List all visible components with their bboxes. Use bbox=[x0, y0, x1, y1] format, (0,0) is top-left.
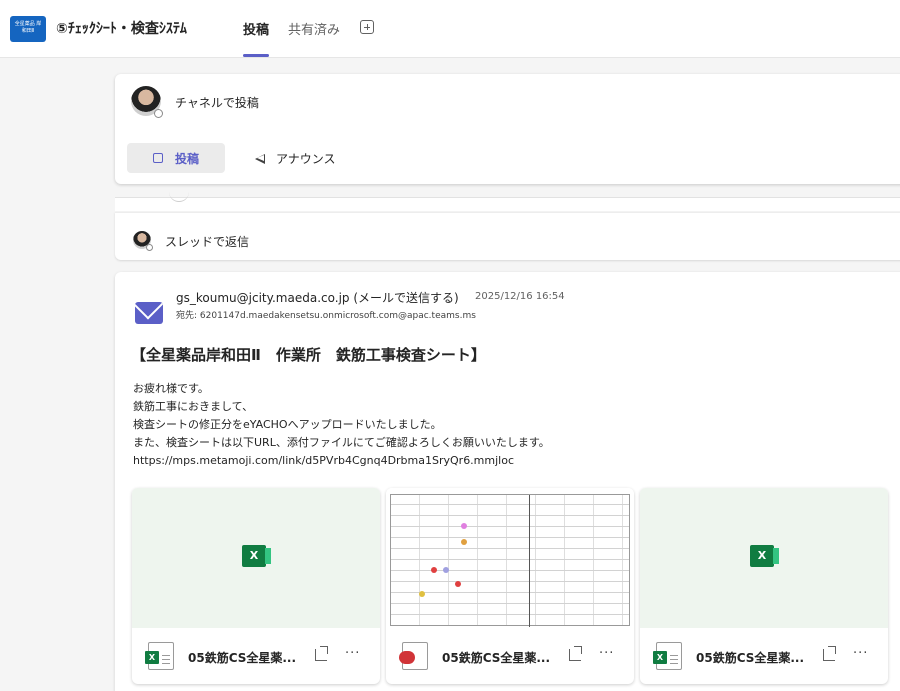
post-mode-button[interactable]: 投稿 bbox=[127, 143, 225, 173]
message-subject: 【全星薬品岸和田Ⅱ 作業所 鉄筋工事検査シート】 bbox=[131, 346, 486, 364]
excel-icon: X bbox=[750, 545, 779, 567]
channel-title[interactable]: ⑤ﾁｪｯｸｼｰﾄ・検査ｼｽﾃﾑ bbox=[56, 18, 187, 38]
attachment-card[interactable]: X X 05鉄筋CS全星薬... ··· bbox=[132, 488, 380, 684]
share-icon[interactable] bbox=[569, 646, 582, 661]
attachment-preview[interactable] bbox=[386, 488, 634, 628]
more-options-icon[interactable]: ··· bbox=[853, 646, 868, 661]
channel-header: 全星薬品 岸和田Ⅱ ⑤ﾁｪｯｸｼｰﾄ・検査ｼｽﾃﾑ 投稿 共有済み bbox=[0, 0, 900, 58]
status-icon bbox=[146, 244, 153, 251]
attachment-preview[interactable]: X bbox=[132, 488, 380, 628]
body-line: お疲れ様です。 bbox=[133, 382, 209, 395]
avatar bbox=[133, 231, 153, 251]
recipient: 宛先: 6201147d.maedakensetsu.onmicrosoft.c… bbox=[176, 311, 476, 321]
attachment-name[interactable]: 05鉄筋CS全星薬... bbox=[188, 649, 296, 666]
attachment-footer: X 05鉄筋CS全星薬... ··· bbox=[132, 628, 380, 684]
add-tab-icon[interactable] bbox=[360, 20, 374, 34]
more-options-icon[interactable]: ··· bbox=[345, 646, 360, 661]
status-icon bbox=[154, 109, 163, 118]
tab-posts[interactable]: 投稿 bbox=[243, 19, 270, 57]
excel-icon: X bbox=[653, 642, 682, 670]
post-mode-label: 投稿 bbox=[175, 151, 200, 166]
reaction-fragment bbox=[169, 190, 189, 202]
message-card: gs_koumu@jcity.maeda.co.jp (メールで送信する) 20… bbox=[115, 272, 900, 691]
reply-label: スレッドで返信 bbox=[165, 235, 250, 249]
timestamp: 2025/12/16 16:54 bbox=[475, 291, 565, 302]
body-line: 検査シートの修正分をeYACHOへアップロードいたしました。 bbox=[133, 418, 442, 431]
share-icon[interactable] bbox=[823, 646, 836, 661]
tab-shared[interactable]: 共有済み bbox=[288, 19, 340, 38]
attachment-card[interactable]: 05鉄筋CS全星薬... ··· bbox=[386, 488, 634, 684]
attachment-name[interactable]: 05鉄筋CS全星薬... bbox=[442, 649, 550, 666]
previous-post-fragment bbox=[115, 197, 900, 211]
attachment-footer: 05鉄筋CS全星薬... ··· bbox=[386, 628, 634, 684]
compose-box: チャネルで投稿 投稿 アナウンス bbox=[115, 74, 900, 184]
attachment-name[interactable]: 05鉄筋CS全星薬... bbox=[696, 649, 804, 666]
reply-in-thread[interactable]: スレッドで返信 bbox=[115, 212, 900, 260]
excel-icon: X bbox=[242, 545, 271, 567]
pdf-thumbnail bbox=[390, 494, 630, 627]
pdf-icon bbox=[399, 642, 428, 670]
compose-prompt[interactable]: チャネルで投稿 bbox=[175, 94, 259, 111]
body-link[interactable]: https://mps.metamoji.com/link/d5PVrb4Cgn… bbox=[133, 452, 550, 470]
message-body: お疲れ様です。 鉄筋工事におきまして、 検査シートの修正分をeYACHOへアップ… bbox=[133, 380, 550, 470]
announce-mode-button[interactable]: アナウンス bbox=[255, 150, 336, 167]
megaphone-icon bbox=[255, 153, 268, 164]
sender[interactable]: gs_koumu@jcity.maeda.co.jp (メールで送信する) bbox=[176, 289, 459, 306]
more-options-icon[interactable]: ··· bbox=[599, 646, 614, 661]
mail-icon bbox=[135, 302, 163, 324]
team-logo[interactable]: 全星薬品 岸和田Ⅱ bbox=[10, 16, 46, 42]
share-icon[interactable] bbox=[315, 646, 328, 661]
attachment-card[interactable]: X X 05鉄筋CS全星薬... ··· bbox=[640, 488, 888, 684]
post-icon bbox=[153, 153, 163, 163]
attachment-footer: X 05鉄筋CS全星薬... ··· bbox=[640, 628, 888, 684]
attachment-preview[interactable]: X bbox=[640, 488, 888, 628]
body-line: 鉄筋工事におきまして、 bbox=[133, 400, 254, 413]
body-line: また、検査シートは以下URL、添付ファイルにてご確認よろしくお願いいたします。 bbox=[133, 436, 550, 449]
announce-mode-label: アナウンス bbox=[276, 152, 336, 166]
excel-icon: X bbox=[145, 642, 174, 670]
avatar[interactable] bbox=[131, 86, 163, 118]
